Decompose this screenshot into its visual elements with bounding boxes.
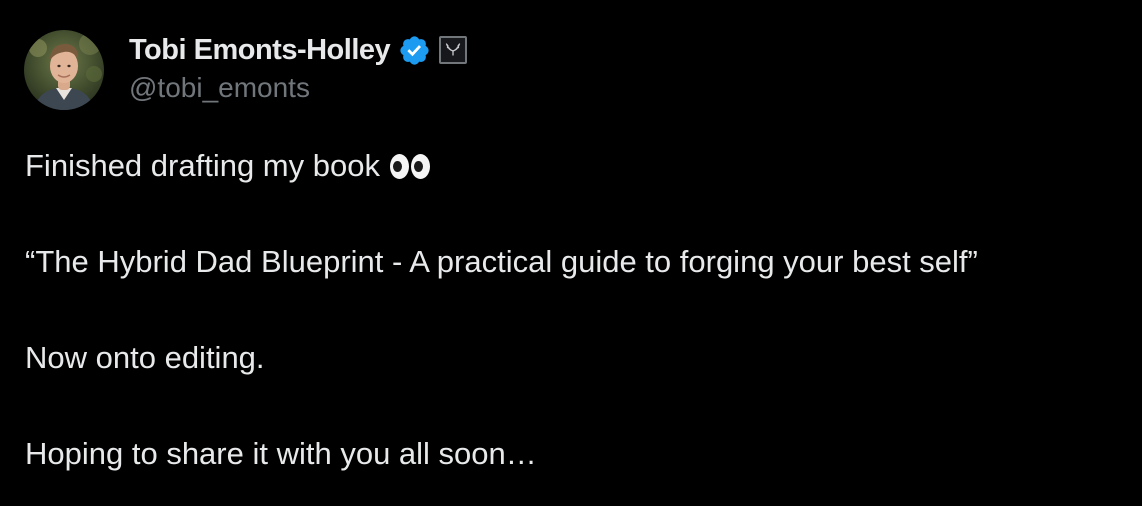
tweet-paragraph: Finished drafting my book bbox=[25, 146, 978, 186]
avatar[interactable] bbox=[24, 30, 104, 110]
tweet-paragraph: “The Hybrid Dad Blueprint - A practical … bbox=[25, 242, 978, 282]
verified-badge-icon[interactable] bbox=[398, 34, 431, 67]
tweet-line-1: Finished drafting my book bbox=[25, 148, 380, 183]
tweet-text: Finished drafting my book “The Hybrid Da… bbox=[25, 146, 978, 474]
display-name[interactable]: Tobi Emonts-Holley bbox=[129, 34, 391, 67]
avatar-image bbox=[24, 30, 104, 110]
eyes-emoji bbox=[389, 153, 430, 179]
tweet-line-3: Now onto editing. bbox=[25, 340, 265, 375]
author-name-row: Tobi Emonts-Holley bbox=[129, 30, 468, 70]
tweet-line-4: Hoping to share it with you all soon… bbox=[25, 436, 537, 471]
tweet-paragraph: Hoping to share it with you all soon… bbox=[25, 434, 978, 474]
tweet-paragraph: Now onto editing. bbox=[25, 338, 978, 378]
antlers-icon[interactable] bbox=[439, 36, 468, 64]
tweet-card: Tobi Emonts-Holley @tobi_emonts Finished… bbox=[0, 0, 1142, 506]
tweet-line-2: “The Hybrid Dad Blueprint - A practical … bbox=[25, 244, 978, 279]
author-handle[interactable]: @tobi_emonts bbox=[129, 72, 310, 104]
